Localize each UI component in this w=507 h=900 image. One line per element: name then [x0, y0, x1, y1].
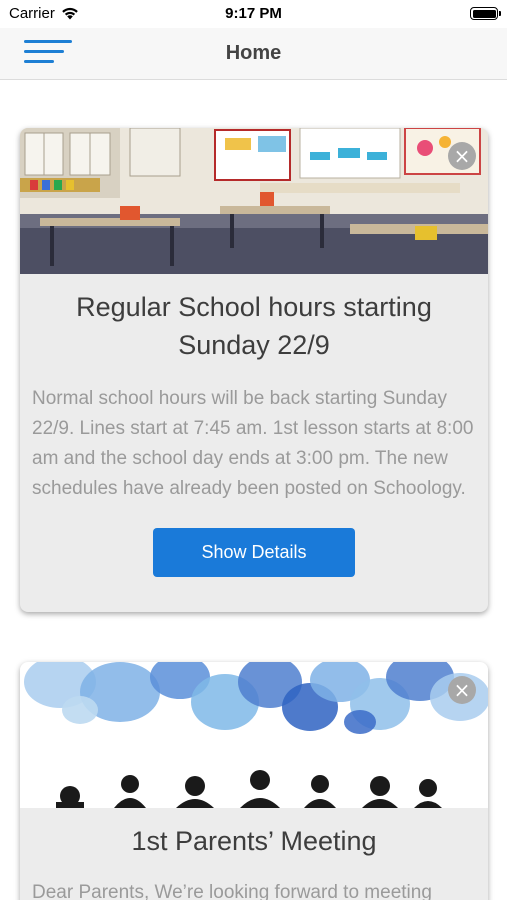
- close-icon[interactable]: ×: [448, 676, 476, 704]
- card-title: 1st Parents’ Meeting: [131, 826, 377, 856]
- announcement-card: × Regular School hours starting Sunday 2…: [20, 128, 488, 612]
- card-body: Dear Parents, We’re looking forward to m…: [32, 882, 432, 900]
- battery-icon: [470, 7, 501, 20]
- show-details-button[interactable]: Show Details: [153, 528, 355, 577]
- announcement-feed[interactable]: × Regular School hours starting Sunday 2…: [0, 80, 507, 900]
- speech-bubbles-people-illustration: ×: [20, 662, 488, 808]
- status-bar: Carrier 9:17 PM: [0, 0, 507, 28]
- navigation-bar: Home: [0, 28, 507, 80]
- card-body: Normal school hours will be back startin…: [32, 388, 474, 499]
- page-title: Home: [225, 42, 282, 64]
- close-icon[interactable]: ×: [448, 142, 476, 170]
- announcement-card: × 1st Parents’ Meeting Dear Parents, We’…: [20, 662, 488, 900]
- status-time: 9:17 PM: [225, 5, 282, 22]
- card-title: Regular School hours starting Sunday 22/…: [76, 292, 432, 360]
- classroom-photo: ×: [20, 128, 488, 274]
